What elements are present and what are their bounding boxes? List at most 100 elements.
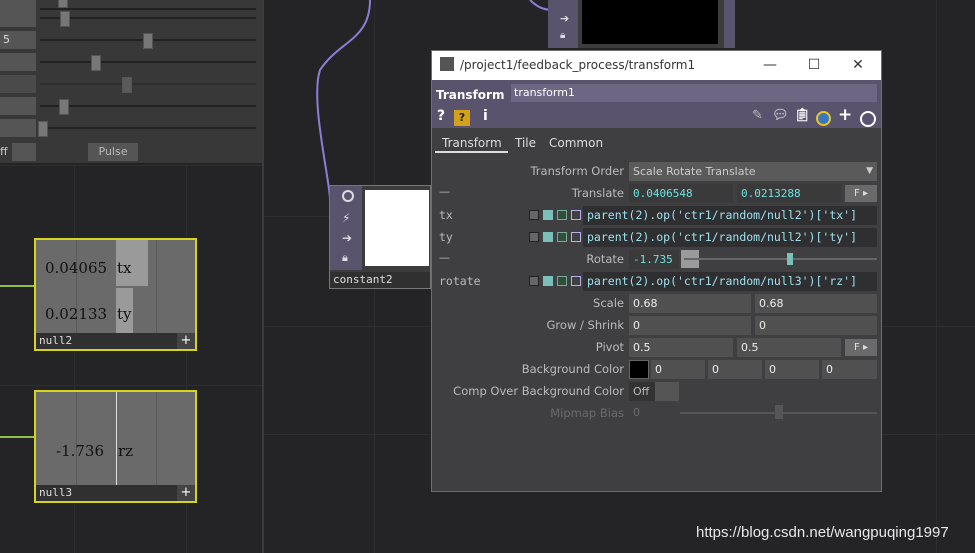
add-icon[interactable]: +	[177, 485, 195, 501]
null3-node[interactable]: -1.736 rz null3 +	[34, 390, 197, 503]
ty-label: ty	[117, 305, 132, 323]
mode-constant-icon[interactable]	[529, 210, 539, 220]
rotate-slider-knob[interactable]	[787, 253, 793, 265]
slider-row	[0, 9, 262, 27]
mode-expression-icon[interactable]	[543, 276, 553, 286]
mode-bind-icon[interactable]	[571, 210, 581, 220]
top-node[interactable]: ➔ 🔒︎	[548, 0, 735, 48]
bg-a-field[interactable]: 0	[822, 360, 877, 379]
slider-knob[interactable]	[91, 55, 101, 71]
viewer-icon[interactable]	[342, 190, 354, 202]
mode-export-icon[interactable]	[557, 232, 567, 242]
tab-tile[interactable]: Tile	[515, 136, 536, 150]
mode-bind-icon[interactable]	[571, 276, 581, 286]
arrow-right-icon[interactable]: ➔	[342, 231, 352, 245]
value-field[interactable]	[0, 9, 36, 27]
value-field[interactable]	[0, 75, 36, 93]
plus-icon[interactable]: +	[838, 105, 852, 125]
value-field[interactable]: 5	[0, 31, 36, 49]
rotate-field[interactable]: -1.735	[629, 250, 679, 269]
translate-y-field[interactable]: 0.0213288	[737, 184, 841, 203]
translate-flag-button[interactable]: F ▸	[845, 185, 877, 202]
node-preview	[365, 190, 429, 266]
pencil-icon[interactable]: ✎	[752, 108, 763, 123]
comp-over-toggle[interactable]: Off	[629, 382, 655, 401]
pivot-x-field[interactable]: 0.5	[629, 338, 733, 357]
mode-constant-icon[interactable]	[529, 276, 539, 286]
value-field[interactable]	[0, 97, 36, 115]
slider-track[interactable]	[40, 83, 256, 85]
mode-bind-icon[interactable]	[571, 232, 581, 242]
watermark: https://blog.csdn.net/wangpuqing1997	[696, 524, 949, 541]
close-button[interactable]: ✕	[838, 54, 878, 76]
scale-label: Scale	[593, 296, 624, 310]
slider-track[interactable]	[40, 105, 256, 107]
add-icon[interactable]: +	[177, 333, 195, 349]
comment-icon[interactable]: 💬︎	[772, 108, 789, 123]
lock-icon[interactable]: 🔒︎	[342, 251, 348, 265]
slider-track[interactable]	[40, 61, 256, 63]
title-bar[interactable]: /project1/feedback_process/transform1 — …	[432, 51, 881, 80]
grow-x-field[interactable]: 0	[629, 316, 751, 335]
node-name-label[interactable]: null2	[36, 333, 177, 349]
value-field[interactable]	[0, 53, 36, 71]
toggle-swatch[interactable]	[12, 143, 36, 161]
collapse-dash[interactable]: —	[439, 251, 450, 264]
help-icon[interactable]: ?	[437, 108, 445, 124]
null2-node[interactable]: 0.04065 tx 0.02133 ty null2 +	[34, 238, 197, 351]
target-icon[interactable]	[860, 111, 876, 127]
mode-expression-icon[interactable]	[543, 232, 553, 242]
translate-x-field[interactable]: 0.0406548	[629, 184, 733, 203]
scale-y-field[interactable]: 0.68	[755, 294, 877, 313]
rotate-slider-track[interactable]	[684, 258, 877, 260]
bg-r-field[interactable]: 0	[651, 360, 705, 379]
mode-expression-icon[interactable]	[543, 210, 553, 220]
clipboard-icon[interactable]: 📋︎	[794, 108, 811, 123]
node-name-label[interactable]: constant2	[330, 272, 430, 288]
tab-transform[interactable]: Transform	[442, 136, 502, 150]
slider-knob[interactable]	[143, 33, 153, 49]
bypass-icon[interactable]: ⚡	[342, 211, 350, 225]
flag-label: F	[854, 188, 860, 199]
pivot-flag-button[interactable]: F ▸	[845, 339, 877, 356]
bg-b-field[interactable]: 0	[765, 360, 819, 379]
mipmap-slider-knob[interactable]	[775, 405, 783, 419]
operator-type: Transform	[436, 88, 505, 102]
slider-knob[interactable]	[58, 0, 68, 8]
scale-x-field[interactable]: 0.68	[629, 294, 751, 313]
slider-knob[interactable]	[60, 11, 70, 27]
slider-knob[interactable]	[122, 77, 132, 93]
value-field[interactable]	[0, 119, 36, 137]
mode-export-icon[interactable]	[557, 276, 567, 286]
tab-common[interactable]: Common	[549, 136, 603, 150]
bg-g-field[interactable]: 0	[708, 360, 762, 379]
pivot-y-field[interactable]: 0.5	[737, 338, 841, 357]
rotate-expression-field[interactable]: parent(2).op('ctr1/random/null3')['rz']	[583, 272, 877, 291]
pulse-button[interactable]: Pulse	[88, 143, 138, 161]
slider-knob[interactable]	[38, 121, 48, 137]
collapse-dash[interactable]: —	[439, 185, 450, 198]
operator-name-field[interactable]: transform1	[511, 84, 877, 102]
minimize-button[interactable]: —	[750, 54, 790, 76]
mode-constant-icon[interactable]	[529, 232, 539, 242]
parameter-dialog: /project1/feedback_process/transform1 — …	[431, 50, 882, 492]
ty-expression-field[interactable]: parent(2).op('ctr1/random/null2')['ty']	[583, 228, 877, 247]
node-name-label[interactable]: null3	[36, 485, 177, 501]
tx-expression-field[interactable]: parent(2).op('ctr1/random/null2')['tx']	[583, 206, 877, 225]
python-help-icon[interactable]: ?	[454, 110, 470, 126]
slider-track[interactable]	[40, 127, 256, 129]
rotate-sub-label: rotate	[439, 274, 481, 288]
slider-knob[interactable]	[59, 99, 69, 115]
bg-color-swatch[interactable]	[629, 360, 649, 379]
arrow-right-icon[interactable]: ➔	[560, 12, 569, 25]
lock-icon[interactable]: 🔒︎	[560, 30, 565, 41]
maximize-button[interactable]: ☐	[794, 54, 834, 76]
comp-over-toggle-swatch[interactable]	[655, 382, 679, 401]
slider-track[interactable]	[40, 17, 256, 19]
transform-order-dropdown[interactable]: Scale Rotate Translate ▼	[629, 162, 877, 181]
python-icon[interactable]	[816, 111, 831, 126]
info-icon[interactable]: i	[483, 108, 488, 124]
mode-export-icon[interactable]	[557, 210, 567, 220]
grow-y-field[interactable]: 0	[755, 316, 877, 335]
constant2-node[interactable]: ⚡ ➔ 🔒︎ constant2	[329, 185, 431, 289]
